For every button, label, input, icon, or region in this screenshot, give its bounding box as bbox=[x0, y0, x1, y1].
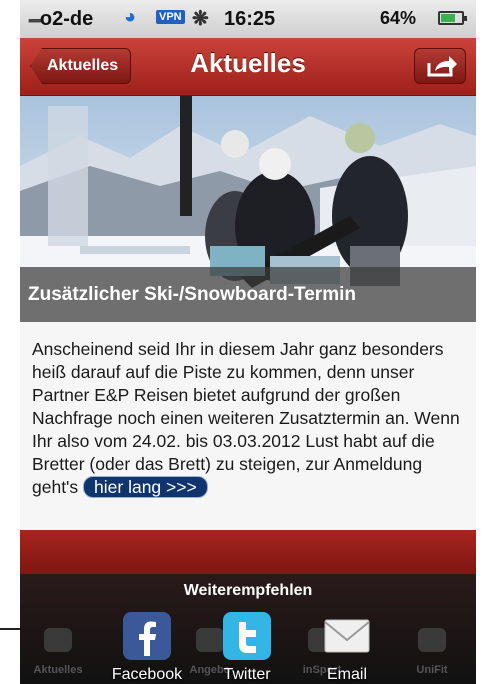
email-share-button[interactable]: Email bbox=[302, 612, 392, 684]
share-arrow-icon bbox=[427, 56, 457, 77]
carrier: ▪▪▪▪o2-de bbox=[28, 8, 93, 31]
vpn-badge: VPN bbox=[156, 10, 185, 24]
activity-icon: ❋ bbox=[192, 8, 209, 30]
battery-percent: 64% bbox=[380, 8, 417, 28]
tab-label: UniFit bbox=[416, 664, 448, 676]
share-label: Facebook bbox=[111, 666, 183, 683]
twitter-share-button[interactable]: Twitter bbox=[202, 612, 292, 684]
facebook-share-button[interactable]: Facebook bbox=[102, 612, 192, 684]
back-button[interactable]: Aktuelles bbox=[30, 48, 132, 84]
share-label: Twitter bbox=[223, 666, 271, 683]
carrier-label: o2-de bbox=[39, 8, 94, 30]
signal-icon: ▪▪▪▪ bbox=[28, 12, 42, 28]
tab-aktuelles[interactable]: Aktuelles bbox=[20, 618, 96, 684]
signup-link[interactable]: hier lang >>> bbox=[83, 476, 208, 498]
twitter-icon bbox=[223, 612, 271, 660]
battery-fill bbox=[441, 14, 456, 22]
nav-bar: Aktuelles Aktuelles bbox=[20, 38, 476, 96]
hero-image: Zusätzlicher Ski-/Snowboard-Termin bbox=[20, 96, 476, 322]
news-icon bbox=[44, 628, 72, 652]
share-label: Email bbox=[326, 666, 367, 683]
share-button[interactable] bbox=[414, 48, 466, 84]
hero-caption: Zusätzlicher Ski-/Snowboard-Termin bbox=[20, 267, 476, 322]
divider-bar bbox=[20, 530, 476, 574]
battery-icon bbox=[438, 11, 467, 25]
clock: 16:25 bbox=[224, 8, 276, 30]
email-icon bbox=[324, 619, 370, 653]
wifi-icon: ◕ bbox=[124, 6, 137, 28]
tab-unifit[interactable]: UniFit bbox=[394, 618, 470, 684]
share-sheet-title: Weiterempfehlen bbox=[183, 582, 313, 599]
article-text: Anscheinend seid Ihr in diesem Jahr ganz… bbox=[32, 339, 460, 497]
tab-label: Aktuelles bbox=[33, 664, 83, 676]
status-bar: ▪▪▪▪o2-de ◕ VPN ❋ 16:25 64% bbox=[20, 0, 476, 38]
phone-screen: ▪▪▪▪o2-de ◕ VPN ❋ 16:25 64% Aktuelles Ak… bbox=[20, 0, 476, 684]
unifit-icon bbox=[418, 628, 446, 652]
facebook-icon bbox=[123, 612, 171, 660]
article-body: Anscheinend seid Ihr in diesem Jahr ganz… bbox=[20, 322, 476, 530]
callout-line bbox=[0, 628, 22, 630]
